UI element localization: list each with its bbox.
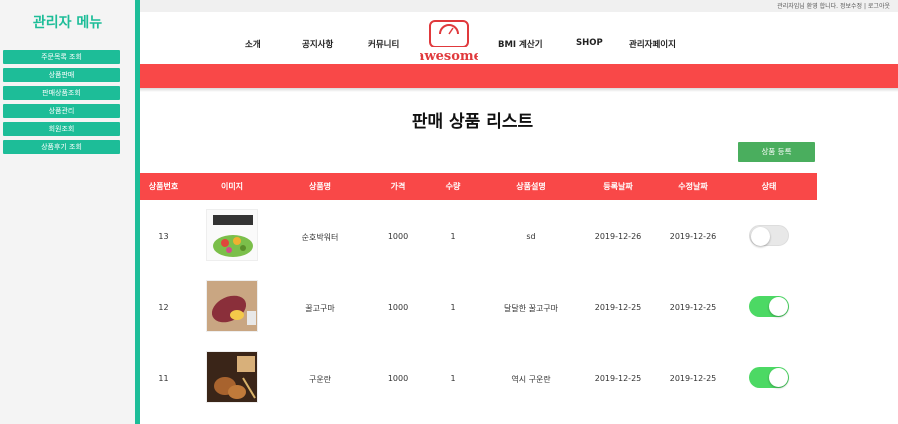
sidebar-title: 관리자 메뉴 bbox=[32, 15, 103, 31]
roasted-egg-image[interactable] bbox=[206, 351, 258, 403]
nav-item-notice[interactable]: 공지사항 bbox=[302, 38, 333, 50]
table-row: 12 꿀고구마 1000 1 달달한 꿀고구마 2019-12-25 2019-… bbox=[140, 271, 817, 342]
cell-desc: 역시 구운란 bbox=[511, 375, 551, 384]
cell-name: 꿀고구마 bbox=[305, 304, 335, 313]
sidebar-item-order-list[interactable]: 주문목록 조회 bbox=[3, 50, 120, 64]
nav-item-bmi[interactable]: BMI 계산기 bbox=[498, 38, 543, 50]
cell-id: 12 bbox=[158, 303, 169, 312]
sidebar-item-sale-products[interactable]: 판매상품조회 bbox=[3, 86, 120, 100]
cell-id: 11 bbox=[158, 374, 169, 383]
toggle-knob bbox=[769, 368, 788, 387]
col-header-mod-date: 수정날짜 bbox=[678, 182, 708, 191]
cell-price: 1000 bbox=[387, 374, 409, 383]
sidebar-item-product-sale[interactable]: 상품판매 bbox=[3, 68, 120, 82]
col-header-desc: 상품설명 bbox=[516, 182, 546, 191]
cell-price: 1000 bbox=[387, 303, 409, 312]
scale-logo-icon: awesome bbox=[416, 20, 482, 64]
logo-text: awesome bbox=[420, 49, 478, 64]
cell-name: 구운란 bbox=[308, 375, 332, 384]
table-row: 13 순호박워터 1000 1 sd 2019-12-26 2019-12-26 bbox=[140, 200, 817, 271]
col-header-id: 상품번호 bbox=[148, 182, 179, 191]
nav-item-intro[interactable]: 소개 bbox=[245, 38, 261, 50]
cell-qty: 1 bbox=[450, 232, 456, 241]
nav-item-shop[interactable]: SHOP bbox=[576, 38, 603, 48]
toggle-knob bbox=[769, 297, 788, 316]
status-toggle[interactable] bbox=[749, 225, 789, 246]
status-toggle[interactable] bbox=[749, 367, 789, 388]
toggle-knob bbox=[751, 227, 770, 246]
cell-price: 1000 bbox=[387, 232, 409, 241]
sweet-potato-thumbnail-icon bbox=[207, 281, 257, 331]
cell-desc: sd bbox=[526, 232, 536, 241]
nav-item-community[interactable]: 커뮤니티 bbox=[368, 38, 399, 50]
sidebar-item-reviews[interactable]: 상품후기 조회 bbox=[3, 140, 120, 154]
nav-item-admin[interactable]: 관리자페이지 bbox=[629, 38, 676, 50]
col-header-price: 가격 bbox=[390, 182, 406, 191]
cell-reg-date: 2019-12-25 bbox=[594, 374, 642, 383]
cell-qty: 1 bbox=[450, 303, 456, 312]
sidebar-item-product-manage[interactable]: 상품관리 bbox=[3, 104, 120, 118]
roasted-egg-thumbnail-icon bbox=[207, 352, 257, 402]
add-product-button[interactable]: 상품 등록 bbox=[738, 142, 815, 162]
col-header-image: 이미지 bbox=[220, 182, 244, 191]
table-header: 상품번호 이미지 상품명 가격 수량 상품설명 등록날짜 수정날짜 상태 bbox=[140, 173, 817, 200]
awesome-logo[interactable]: awesome bbox=[416, 20, 482, 66]
col-header-status: 상태 bbox=[761, 182, 777, 191]
table-row: 11 구운란 1000 1 역시 구운란 2019-12-25 2019-12-… bbox=[140, 342, 817, 413]
sidebar-item-members[interactable]: 회원조회 bbox=[3, 122, 120, 136]
sidebar-menu: 주문목록 조회 상품판매 판매상품조회 상품관리 회원조회 상품후기 조회 bbox=[3, 50, 120, 158]
cell-reg-date: 2019-12-26 bbox=[594, 232, 642, 241]
status-toggle[interactable] bbox=[749, 296, 789, 317]
col-header-qty: 수량 bbox=[445, 182, 461, 191]
cell-mod-date: 2019-12-26 bbox=[669, 232, 717, 241]
cell-reg-date: 2019-12-25 bbox=[594, 303, 642, 312]
product-table: 13 순호박워터 1000 1 sd 2019-12-26 2019-12-26… bbox=[140, 200, 817, 424]
cell-desc: 달달한 꿀고구마 bbox=[503, 304, 559, 313]
col-header-reg-date: 등록날짜 bbox=[603, 182, 633, 191]
admin-sidebar: 관리자 메뉴 주문목록 조회 상품판매 판매상품조회 상품관리 회원조회 상품후… bbox=[0, 0, 135, 424]
main-nav: 소개 공지사항 커뮤니티 awesome BMI 계산기 SHOP 관리자페이지 bbox=[140, 12, 898, 64]
page-title: 판매 상품 리스트 bbox=[411, 112, 534, 132]
header-red-band bbox=[140, 64, 898, 88]
cell-mod-date: 2019-12-25 bbox=[669, 374, 717, 383]
top-utility-bar: 관리자임님 환영 합니다. 정보수정 | 로그아웃 bbox=[140, 0, 898, 12]
cell-qty: 1 bbox=[450, 374, 456, 383]
col-header-name: 상품명 bbox=[308, 182, 332, 191]
cell-name: 순호박워터 bbox=[301, 233, 339, 242]
header-shadow bbox=[140, 88, 898, 92]
cell-id: 13 bbox=[158, 232, 169, 241]
salad-image[interactable] bbox=[206, 209, 258, 261]
cell-mod-date: 2019-12-25 bbox=[669, 303, 717, 312]
sweet-potato-image[interactable] bbox=[206, 280, 258, 332]
welcome-text[interactable]: 관리자임님 환영 합니다. 정보수정 | 로그아웃 bbox=[777, 1, 890, 10]
salad-thumbnail-icon bbox=[207, 210, 257, 260]
